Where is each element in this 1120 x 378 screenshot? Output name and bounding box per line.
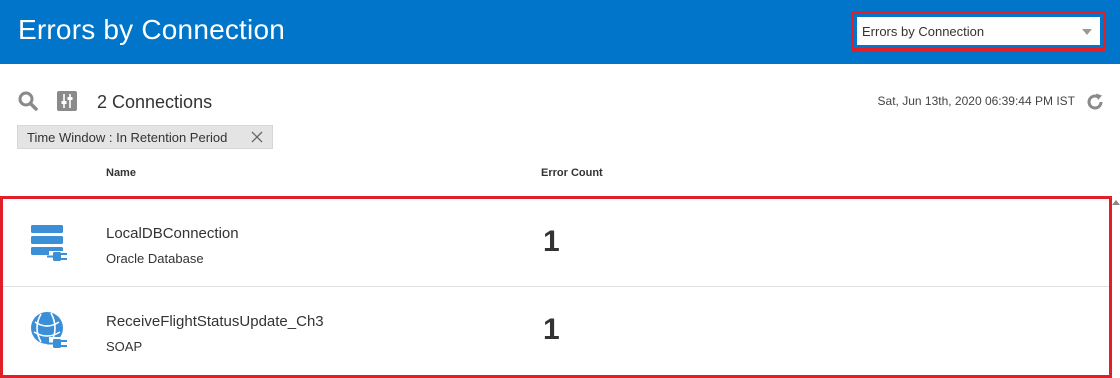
connection-count: 2 Connections — [97, 92, 213, 112]
error-count[interactable]: 1 — [543, 225, 560, 259]
toolbar: 2 Connections Sat, Jun 13th, 2020 06:39:… — [0, 64, 1120, 154]
column-header-error-count[interactable]: Error Count — [541, 167, 603, 179]
filter-chip: Time Window : In Retention Period — [17, 125, 273, 149]
error-count[interactable]: 1 — [543, 313, 560, 347]
search-icon[interactable] — [17, 90, 39, 112]
close-icon[interactable] — [250, 130, 264, 144]
refresh-icon[interactable] — [1085, 92, 1105, 112]
table-row[interactable]: ReceiveFlightStatusUpdate_Ch3 SOAP 1 — [3, 287, 1109, 375]
connection-name[interactable]: LocalDBConnection — [106, 225, 239, 242]
chevron-down-icon — [1082, 29, 1092, 35]
view-selector-highlight: Errors by Connection — [851, 11, 1106, 51]
filter-icon[interactable] — [56, 90, 78, 112]
filter-chip-label: Time Window : In Retention Period — [27, 130, 228, 145]
database-adapter-icon — [29, 222, 71, 264]
view-selector-value: Errors by Connection — [862, 24, 985, 39]
page: Errors by Connection Errors by Connectio… — [0, 0, 1120, 378]
connection-type: Oracle Database — [106, 251, 204, 266]
header-bar: Errors by Connection Errors by Connectio… — [0, 0, 1120, 64]
column-header-name[interactable]: Name — [106, 167, 136, 179]
connections-table-highlight: LocalDBConnection Oracle Database 1 Rece… — [0, 196, 1112, 378]
connection-name[interactable]: ReceiveFlightStatusUpdate_Ch3 — [106, 313, 324, 330]
scroll-up-arrow-icon[interactable] — [1112, 200, 1120, 205]
soap-adapter-icon — [29, 310, 71, 352]
table-row[interactable]: LocalDBConnection Oracle Database 1 — [3, 199, 1109, 287]
connection-type: SOAP — [106, 339, 143, 354]
page-title: Errors by Connection — [18, 14, 286, 45]
last-updated-timestamp: Sat, Jun 13th, 2020 06:39:44 PM IST — [877, 94, 1075, 108]
view-selector-dropdown[interactable]: Errors by Connection — [857, 17, 1100, 45]
